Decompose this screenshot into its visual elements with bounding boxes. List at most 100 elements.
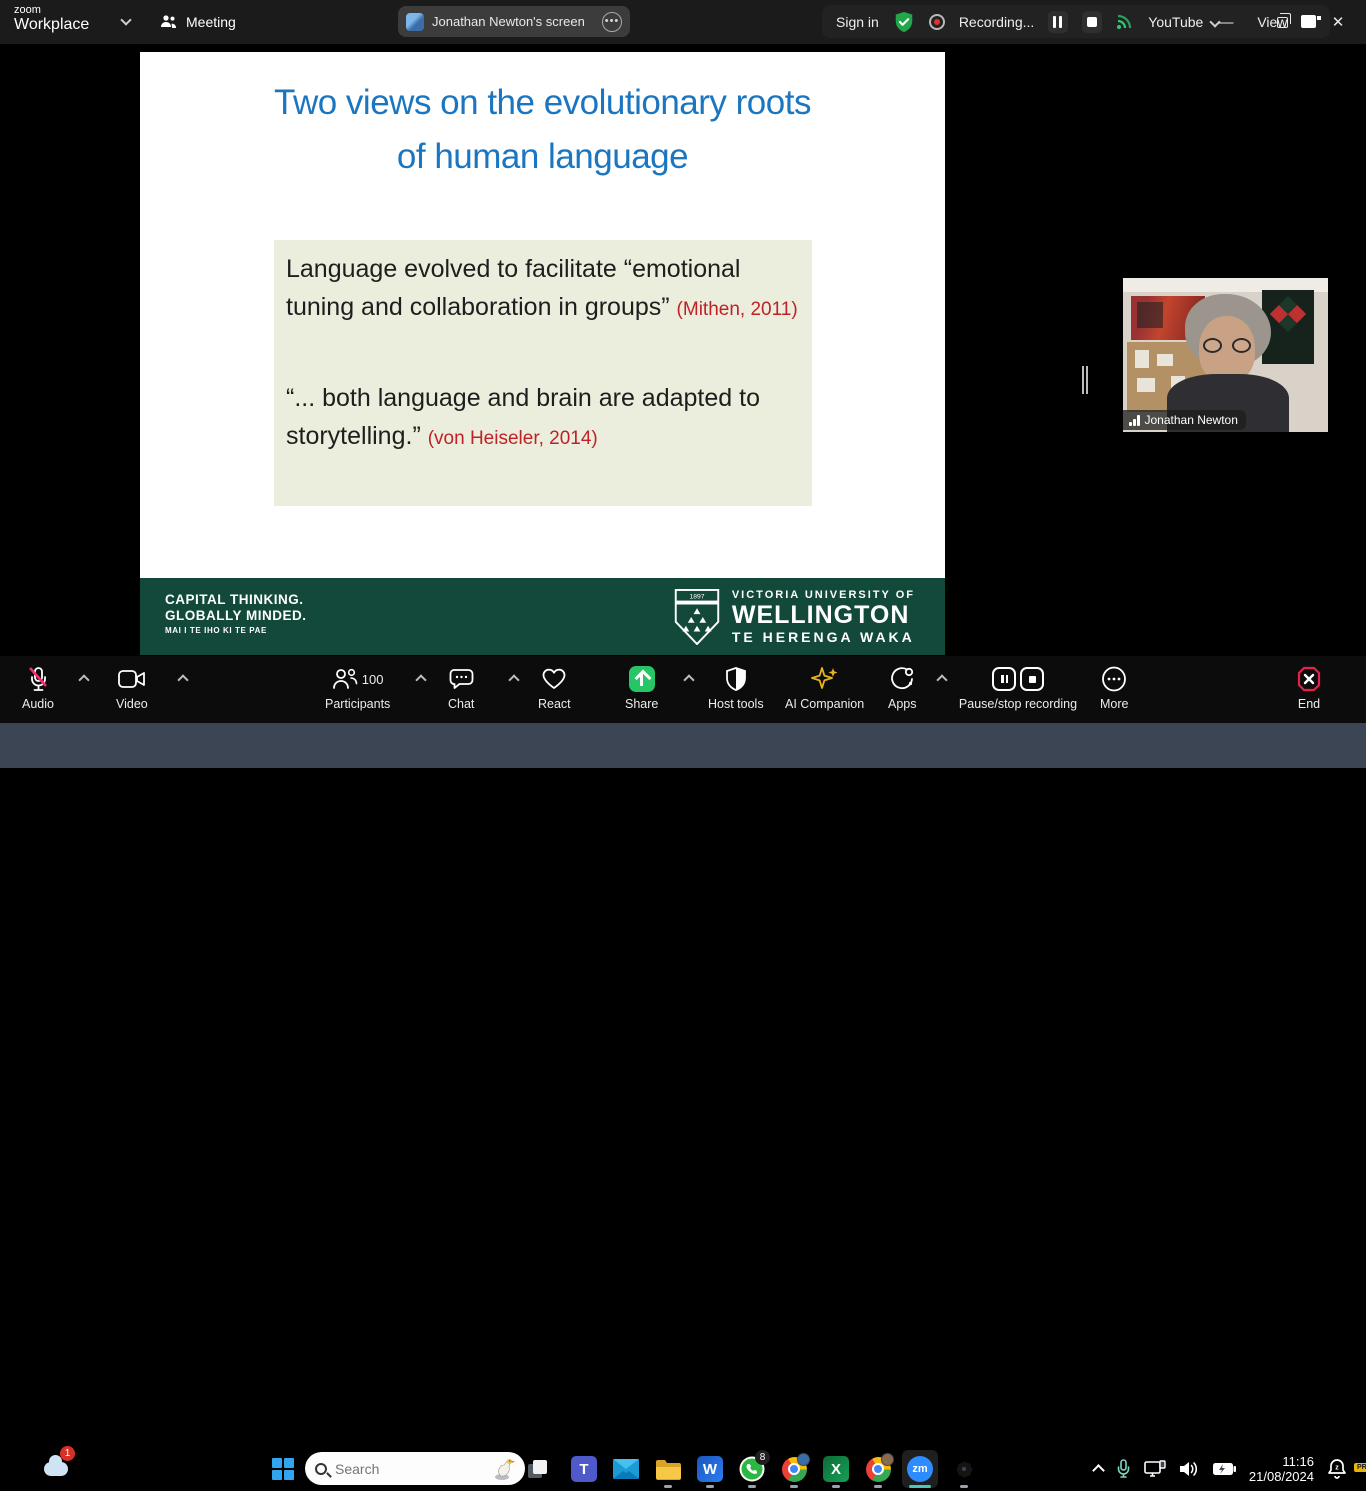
video-chevron-icon[interactable] [177,674,188,685]
university-line3: TE HERENGA WAKA [732,629,915,645]
tray-speaker-icon[interactable] [1179,1461,1199,1477]
minimize-button[interactable]: — [1198,0,1254,44]
system-tray: 11:16 21/08/2024 z PRE [1094,1446,1360,1491]
taskbar-chrome2-button[interactable] [860,1450,896,1488]
running-indicator [664,1485,672,1488]
participant-video[interactable]: Jonathan Newton [1123,278,1328,432]
ai-companion-button[interactable]: AI Companion [785,664,864,711]
audio-chevron-icon[interactable] [78,674,89,685]
host-tools-shield-icon [725,664,747,694]
more-button[interactable]: More [1100,664,1128,711]
running-indicator [832,1485,840,1488]
taskbar-chrome-button[interactable] [776,1450,812,1488]
more-options-icon[interactable]: ••• [602,12,622,32]
video-panel-drag-handle[interactable] [1082,366,1090,394]
start-button[interactable] [265,1450,301,1488]
chat-chevron-icon[interactable] [508,674,519,685]
tray-battery-icon[interactable] [1212,1462,1236,1476]
teams-icon: T [571,1456,597,1482]
shared-screen-thumbnail [406,13,424,31]
sign-in-button[interactable]: Sign in [836,14,879,30]
ai-sparkle-icon [811,664,839,694]
people-icon [160,14,178,30]
pause-recording-icon[interactable] [992,667,1016,691]
close-button[interactable]: ✕ [1310,0,1366,44]
participants-chevron-icon[interactable] [415,674,426,685]
taskbar-excel-button[interactable]: X [818,1450,854,1488]
end-button[interactable]: End [1295,664,1323,711]
chrome-icon [782,1457,807,1482]
end-label: End [1298,697,1320,711]
active-indicator [909,1485,931,1488]
tray-chevron-up-icon[interactable] [1092,1464,1105,1477]
stop-recording-icon[interactable] [1082,11,1102,33]
apps-button[interactable]: Apps [888,664,917,711]
taskbar-settings-button[interactable] [946,1450,982,1488]
participants-icon [332,667,358,691]
teams-glyph: T [579,1461,588,1478]
participants-button[interactable]: 100 Participants [325,664,390,711]
tray-display-icon[interactable] [1144,1460,1166,1478]
university-line2: WELLINGTON [732,602,915,629]
windows-taskbar: 1 T [0,723,1366,768]
security-shield-icon[interactable] [893,11,915,33]
host-tools-button[interactable]: Host tools [708,664,764,711]
stop-recording-icon[interactable] [1020,667,1044,691]
taskbar-explorer-button[interactable] [650,1450,686,1488]
more-label: More [1100,697,1128,711]
tab-meeting[interactable]: Meeting [160,8,236,36]
taskbar-whatsapp-button[interactable]: 8 [734,1450,770,1488]
shared-screen-tab[interactable]: Jonathan Newton's screen ••• [398,6,630,37]
quote-2-citation: (von Heiseler, 2014) [428,428,598,449]
meeting-tab-label: Meeting [186,14,236,30]
taskbar-clock[interactable]: 11:16 21/08/2024 [1249,1454,1314,1484]
quote-2: “... both language and brain are adapted… [286,379,800,458]
pause-recording-icon[interactable] [1048,11,1068,33]
search-input[interactable] [335,1461,455,1477]
video-button[interactable]: Video [116,664,148,711]
share-chevron-icon[interactable] [683,674,694,685]
task-view-button[interactable] [520,1450,556,1488]
signal-bars-icon [1129,415,1140,426]
search-icon [315,1463,327,1475]
gear-icon [956,1461,973,1478]
running-indicator [706,1485,714,1488]
share-button[interactable]: Share [625,664,658,711]
running-indicator [748,1485,756,1488]
taskbar-teams-button[interactable]: T [566,1450,602,1488]
window-controls: — ✕ [1198,0,1366,44]
recording-dot-icon [929,14,945,30]
chevron-down-icon[interactable] [120,14,131,25]
restore-button[interactable] [1254,0,1310,44]
notification-bell-icon[interactable]: z [1327,1458,1347,1480]
tray-microphone-icon[interactable] [1116,1459,1131,1479]
task-view-icon [526,1458,550,1480]
windows-logo-icon [272,1458,294,1480]
taskbar-word-button[interactable]: W [692,1450,728,1488]
taskbar-widgets-button[interactable]: 1 [38,1450,74,1488]
chat-button[interactable]: Chat [448,664,474,711]
university-line1: VICTORIA UNIVERSITY OF [732,588,915,602]
university-logo: 1897 VICTORIA UNIVERSITY OF WELLINGTON T… [674,588,915,645]
share-label: Share [625,697,658,711]
taskbar-search[interactable] [305,1452,525,1485]
running-indicator [874,1485,882,1488]
taskbar-zoom-button[interactable]: zm [902,1450,938,1488]
mail-icon [613,1459,639,1479]
heart-icon [541,664,567,694]
university-name: VICTORIA UNIVERSITY OF WELLINGTON TE HER… [732,588,915,645]
share-screen-icon [629,666,655,692]
taskbar-mail-button[interactable] [608,1450,644,1488]
audio-button[interactable]: Audio [22,664,54,711]
react-button[interactable]: React [538,664,571,711]
youtube-live-button[interactable]: YouTube [1148,14,1203,30]
running-indicator [790,1485,798,1488]
banner-tagline: CAPITAL THINKING. GLOBALLY MINDED. MAI I… [165,592,307,635]
running-indicator [960,1485,968,1488]
quote-1-citation: (Mithen, 2011) [677,299,798,320]
pause-stop-recording-button[interactable]: Pause/stop recording [943,664,1093,711]
slide-title-line1: Two views on the evolutionary roots [140,76,945,130]
apps-label: Apps [888,697,917,711]
recording-status: Recording... [959,14,1034,30]
bird-of-the-day-icon[interactable] [493,1457,515,1481]
